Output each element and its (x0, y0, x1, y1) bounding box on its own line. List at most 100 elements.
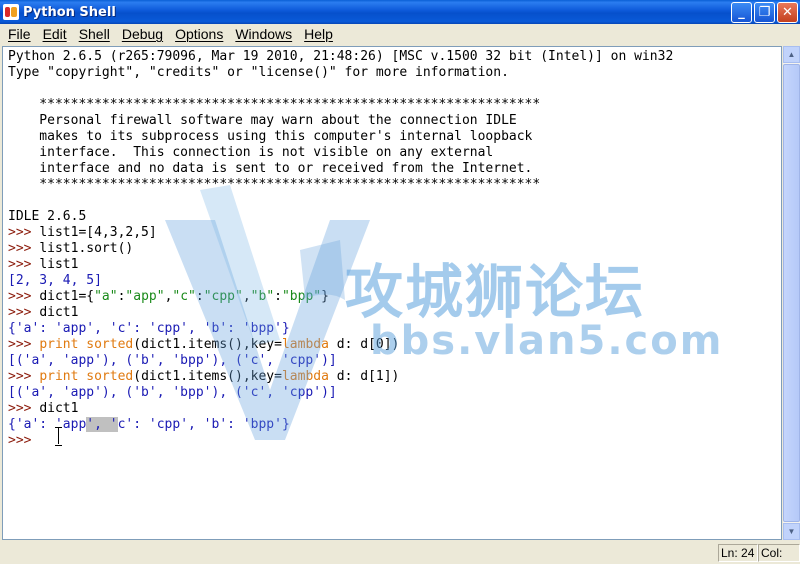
scroll-thumb[interactable] (783, 64, 800, 522)
shell-text: interface. This connection is not visibl… (8, 145, 494, 160)
shell-text: "cpp" (203, 289, 243, 304)
shell-text: } (321, 289, 329, 304)
shell-lines: Python 2.6.5 (r265:79096, Mar 19 2010, 2… (8, 49, 673, 449)
shell-prompt: >>> (8, 289, 40, 304)
status-bar: Ln: 24 Col: 10 (0, 542, 800, 564)
window-controls: _ ❐ ✕ (731, 2, 798, 23)
status-col: Col: 10 (758, 544, 800, 564)
shell-line: >>> dict1={"a":"app","c":"cpp","b":"bpp"… (8, 289, 673, 305)
shell-line: interface. This connection is not visibl… (8, 145, 673, 161)
shell-text: ', ' (86, 417, 118, 432)
shell-text: list1.sort() (39, 241, 134, 256)
shell-text: ****************************************… (8, 97, 541, 112)
shell-text: : (274, 289, 282, 304)
shell-text: IDLE 2.6.5 (8, 209, 87, 224)
ibeam-cursor-icon (55, 427, 62, 446)
shell-line: [('a', 'app'), ('b', 'bpp'), ('c', 'cpp'… (8, 385, 673, 401)
shell-text: [('a', 'app'), ('b', 'bpp'), ('c', 'cpp'… (8, 353, 337, 368)
minimize-button[interactable]: _ (731, 2, 752, 23)
close-button[interactable]: ✕ (777, 2, 798, 23)
shell-text: "b" (250, 289, 275, 304)
shell-text: "app" (125, 289, 165, 304)
menu-bar: File Edit Shell Debug Options Windows He… (0, 24, 800, 44)
menu-windows[interactable]: Windows (229, 24, 298, 44)
title-bar: Python Shell _ ❐ ✕ (0, 0, 800, 24)
menu-edit[interactable]: Edit (37, 24, 73, 44)
shell-line: >>> list1 (8, 257, 673, 273)
shell-prompt: >>> (8, 369, 40, 384)
shell-line: Python 2.6.5 (r265:79096, Mar 19 2010, 2… (8, 49, 673, 65)
shell-text: sorted (86, 369, 134, 384)
maximize-button[interactable]: ❐ (754, 2, 775, 23)
shell-text: [('a', 'app'), ('b', 'bpp'), ('c', 'cpp'… (8, 385, 337, 400)
shell-text: "c" (172, 289, 196, 304)
shell-line: >>> list1=[4,3,2,5] (8, 225, 673, 241)
shell-text: (dict1.items(),key= (133, 337, 282, 352)
menu-debug[interactable]: Debug (116, 24, 169, 44)
shell-line: IDLE 2.6.5 (8, 209, 673, 225)
shell-text: lambda (281, 337, 329, 352)
menu-file[interactable]: File (2, 24, 37, 44)
scroll-up-arrow-icon[interactable]: ▲ (783, 46, 800, 63)
scroll-down-arrow-icon[interactable]: ▼ (783, 523, 800, 540)
shell-line: ****************************************… (8, 177, 673, 193)
shell-prompt: >>> (8, 305, 40, 320)
menu-help[interactable]: Help (298, 24, 339, 44)
shell-line: {'a': 'app', 'c': 'cpp', 'b': 'bpp'} (8, 417, 673, 433)
shell-text: interface and no data is sent to or rece… (8, 161, 533, 176)
vertical-scrollbar[interactable]: ▲ ▼ (783, 46, 800, 540)
shell-line: makes to its subprocess using this compu… (8, 129, 673, 145)
shell-text-area[interactable]: Python 2.6.5 (r265:79096, Mar 19 2010, 2… (2, 46, 782, 540)
shell-text: : (195, 289, 204, 304)
shell-text: Personal firewall software may warn abou… (8, 113, 517, 128)
shell-line: >>> dict1 (8, 305, 673, 321)
shell-text: lambda (281, 369, 329, 384)
shell-prompt: >>> (8, 241, 40, 256)
shell-text: sorted (86, 337, 134, 352)
shell-text: {'a': 'app', 'c': 'cpp', 'b': 'bpp'} (8, 321, 290, 336)
shell-prompt: >>> (8, 257, 40, 272)
shell-line: >>> dict1 (8, 401, 673, 417)
shell-line: >>> (8, 433, 673, 449)
shell-prompt: >>> (8, 225, 40, 240)
shell-text: dict1 (39, 401, 79, 416)
shell-line: ****************************************… (8, 97, 673, 113)
status-line: Ln: 24 (718, 544, 758, 562)
shell-text: dict1={ (39, 289, 95, 304)
shell-line: Type "copyright", "credits" or "license(… (8, 65, 673, 81)
shell-text: print (39, 369, 79, 384)
shell-line: >>> print sorted(dict1.items(),key=lambd… (8, 337, 673, 353)
python-idle-icon (3, 4, 19, 20)
shell-line: >>> print sorted(dict1.items(),key=lambd… (8, 369, 673, 385)
shell-text: [2, 3, 4, 5] (8, 273, 102, 288)
shell-text: c': 'cpp', 'b': 'bpp'} (117, 417, 290, 432)
shell-line: {'a': 'app', 'c': 'cpp', 'b': 'bpp'} (8, 321, 673, 337)
shell-text: (dict1.items(),key= (133, 369, 282, 384)
shell-text: d: d[0]) (328, 337, 400, 352)
shell-line: [2, 3, 4, 5] (8, 273, 673, 289)
shell-text: list1=[4,3,2,5] (39, 225, 157, 240)
shell-text: print (39, 337, 79, 352)
shell-prompt: >>> (8, 337, 40, 352)
shell-line: interface and no data is sent to or rece… (8, 161, 673, 177)
shell-prompt: >>> (8, 401, 40, 416)
shell-text: ****************************************… (8, 177, 541, 192)
shell-text: makes to its subprocess using this compu… (8, 129, 533, 144)
shell-text: d: d[1]) (328, 369, 400, 384)
shell-text: dict1 (39, 305, 79, 320)
shell-line: [('a', 'app'), ('b', 'bpp'), ('c', 'cpp'… (8, 353, 673, 369)
shell-line: >>> list1.sort() (8, 241, 673, 257)
menu-shell[interactable]: Shell (73, 24, 116, 44)
shell-text: Python 2.6.5 (r265:79096, Mar 19 2010, 2… (8, 49, 674, 64)
menu-options[interactable]: Options (169, 24, 229, 44)
shell-text: {'a': 'app (8, 417, 87, 432)
shell-text: "a" (94, 289, 118, 304)
shell-line: Personal firewall software may warn abou… (8, 113, 673, 129)
shell-prompt: >>> (8, 433, 40, 448)
shell-text: "bpp" (281, 289, 322, 304)
shell-text: , (242, 289, 251, 304)
window-title: Python Shell (23, 4, 116, 20)
shell-text: list1 (39, 257, 79, 272)
